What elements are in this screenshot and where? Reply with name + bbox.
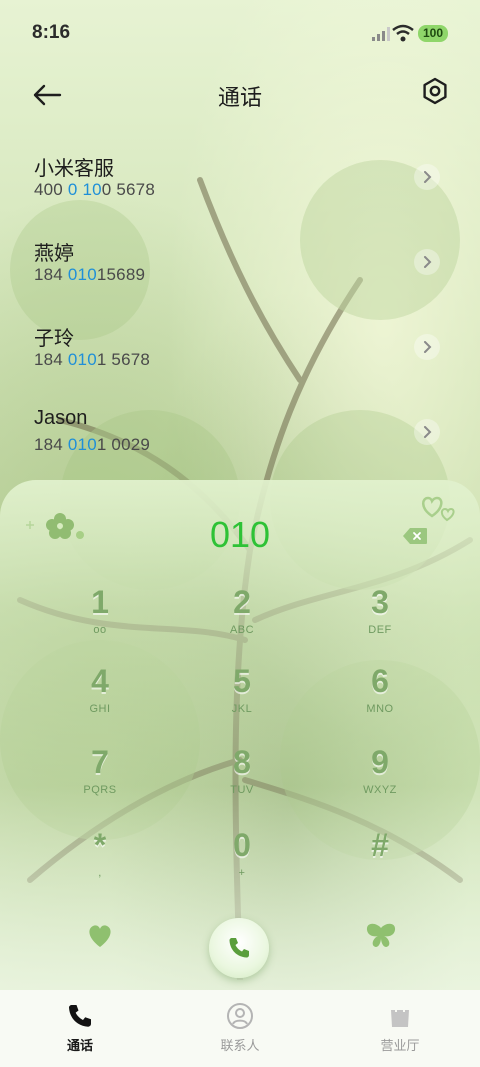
chevron-right-icon [424, 426, 432, 438]
contact-row[interactable]: Jason 184 0101 0029 [0, 391, 480, 476]
dial-key-letters: , [98, 867, 102, 879]
number-segment: 0 5678 [101, 180, 155, 199]
number-match-highlight: 010 [67, 350, 97, 369]
dial-key-7[interactable]: 7 PQRS [45, 744, 155, 814]
dial-key-digit: * [93, 827, 107, 863]
chevron-right-icon [424, 256, 432, 268]
dial-key-letters: PQRS [83, 784, 117, 796]
contact-row[interactable]: 小米客服 400 0 100 5678 [0, 136, 480, 221]
dial-key-2[interactable]: 2 ABC [187, 584, 297, 654]
number-match-highlight: 0 [67, 180, 78, 199]
number-segment: 184 [34, 265, 68, 284]
dial-key-letters: GHI [89, 703, 111, 715]
contact-detail-button[interactable] [414, 164, 440, 190]
dial-key-digit: 7 [91, 744, 109, 780]
dial-key-digit: 4 [91, 663, 109, 699]
phone-icon [229, 938, 249, 958]
dial-key-digit: 8 [233, 744, 251, 780]
status-bar: 8:16 100 [0, 0, 480, 66]
contact-detail-button[interactable] [414, 334, 440, 360]
dial-key-letters: TUV [230, 784, 254, 796]
tab-contacts[interactable]: 联系人 [160, 990, 320, 1067]
app-header: 通话 [0, 70, 480, 120]
contact-detail-button[interactable] [414, 249, 440, 275]
wifi-icon [392, 24, 414, 42]
dial-key-star[interactable]: *, [45, 827, 155, 897]
contact-name: Jason [34, 407, 88, 429]
dial-key-8[interactable]: 8 TUV [187, 744, 297, 814]
status-time: 8:16 [32, 22, 71, 43]
dialpad-panel [0, 480, 480, 990]
dial-key-digit: 1 [91, 584, 109, 620]
contact-name: 燕婷 [34, 243, 74, 265]
butterfly-icon[interactable] [364, 920, 398, 950]
dial-key-digit: 9 [371, 744, 389, 780]
person-circle-icon [227, 1003, 253, 1029]
number-segment: 400 [34, 180, 68, 199]
dial-key-digit: 0 [233, 827, 251, 863]
contact-row[interactable]: 子玲 184 0101 5678 [0, 306, 480, 391]
voicemail-icon: ᴏᴏ [93, 624, 107, 636]
number-match-highlight: 10 [82, 180, 102, 199]
dial-key-letters: ABC [229, 624, 255, 636]
number-segment: 1 0029 [96, 435, 151, 454]
tab-service-hall-label: 营业厅 [380, 1038, 420, 1053]
dial-key-0[interactable]: 0 + [187, 827, 297, 897]
number-segment: 1 5678 [96, 350, 151, 369]
bottom-tab-bar: 通话 联系人 营业厅 [0, 990, 480, 1067]
page-title: 通话 [217, 85, 262, 110]
call-button[interactable] [209, 918, 269, 978]
dial-key-letters: MNO [366, 703, 394, 715]
dial-key-letters: JKL [231, 703, 253, 715]
dial-key-3[interactable]: 3 DEF [325, 584, 435, 654]
tab-contacts-label: 联系人 [220, 1038, 260, 1053]
contact-name: 小米客服 [34, 158, 114, 180]
shopping-bag-icon [391, 1005, 409, 1027]
dial-key-9[interactable]: 9 WXYZ [325, 744, 435, 814]
contact-suggestion-list: 小米客服 400 0 100 5678 燕婷 184 01015689 子玲 184 01… [0, 136, 480, 476]
contact-number: 184 01015689 [34, 265, 145, 285]
contact-detail-button[interactable] [414, 419, 440, 445]
contact-name: 子玲 [34, 328, 74, 350]
contact-row[interactable]: 燕婷 184 01015689 [0, 221, 480, 306]
tab-service-hall[interactable]: 营业厅 [320, 990, 480, 1067]
battery-indicator: 100 [418, 25, 448, 42]
chevron-right-icon [424, 341, 432, 353]
settings-gear-icon[interactable] [420, 76, 450, 106]
dial-key-digit: # [371, 827, 389, 863]
dial-key-digit: 3 [371, 584, 389, 620]
contact-number: 400 0 100 5678 [34, 180, 155, 200]
dial-key-digit: 6 [371, 663, 389, 699]
heart-favorite-icon[interactable] [86, 923, 114, 949]
contact-number: 184 0101 0029 [34, 435, 150, 455]
dial-key-letters: + [238, 867, 246, 879]
dial-key-digit: 5 [233, 663, 251, 699]
dial-key-6[interactable]: 6 MNO [325, 663, 435, 733]
number-match-highlight: 010 [67, 265, 97, 284]
dial-key-hash[interactable]: # [325, 827, 435, 897]
dial-key-1[interactable]: 1 ᴏᴏ [45, 584, 155, 654]
dial-key-letters: DEF [368, 624, 392, 636]
dial-key-digit: 2 [233, 584, 251, 620]
backspace-icon[interactable] [402, 527, 428, 545]
number-segment: 15689 [96, 265, 146, 284]
dial-key-5[interactable]: 5 JKL [187, 663, 297, 733]
dial-key-letters: WXYZ [363, 784, 397, 796]
number-match-highlight: 010 [67, 435, 97, 454]
contact-number: 184 0101 5678 [34, 350, 150, 370]
number-segment: 184 [34, 435, 68, 454]
tab-calls-label: 通话 [66, 1038, 93, 1053]
phone-tab-icon [69, 1005, 91, 1027]
signal-icon [372, 27, 390, 41]
tab-calls[interactable]: 通话 [0, 990, 160, 1067]
dial-key-4[interactable]: 4 GHI [45, 663, 155, 733]
number-segment: 184 [34, 350, 68, 369]
chevron-right-icon [424, 171, 432, 183]
